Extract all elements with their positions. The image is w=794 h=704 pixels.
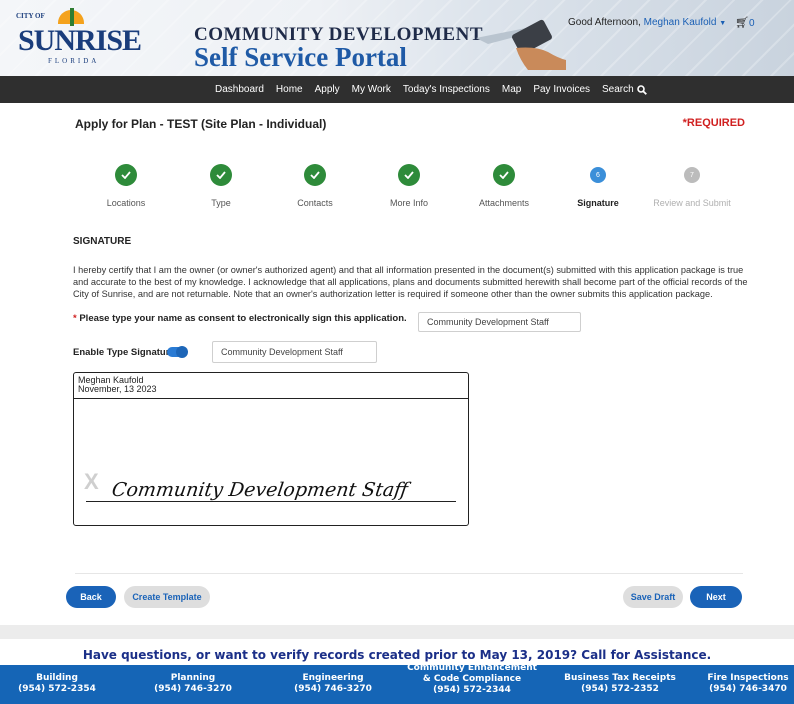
logo-city-of: CITY OF bbox=[16, 12, 45, 20]
consent-label-text: Please type your name as consent to elec… bbox=[79, 313, 407, 324]
create-template-button[interactable]: Create Template bbox=[124, 586, 210, 608]
hand-phone-image bbox=[476, 19, 566, 70]
user-menu[interactable]: Meghan Kaufold bbox=[644, 17, 717, 28]
section-title: SIGNATURE bbox=[73, 236, 132, 247]
contact-phone: (954) 746-3270 bbox=[294, 684, 372, 694]
signature-date: November, 13 2023 bbox=[78, 384, 157, 394]
wizard-steps: Locations Type Contacts More Info Attach… bbox=[80, 164, 740, 214]
step-label: Contacts bbox=[297, 198, 333, 208]
contact-dept: Planning bbox=[170, 673, 216, 683]
step-review-submit: 7 Review and Submit bbox=[647, 164, 737, 208]
next-button[interactable]: Next bbox=[690, 586, 742, 608]
check-icon bbox=[210, 164, 232, 186]
divider bbox=[75, 573, 743, 574]
contact-dept: Community Enhancement & Code Compliance bbox=[407, 663, 537, 684]
signature-line bbox=[86, 501, 456, 502]
contact-phone: (954) 746-3270 bbox=[154, 684, 232, 694]
step-number-badge: 7 bbox=[684, 167, 700, 183]
check-icon bbox=[493, 164, 515, 186]
step-number-badge: 6 bbox=[590, 167, 606, 183]
cart-count: 0 bbox=[748, 18, 755, 29]
main-nav: Dashboard Home Apply My Work Today's Ins… bbox=[0, 76, 794, 103]
logo-city-name: SUNRISE bbox=[18, 24, 142, 57]
caret-down-icon[interactable]: ▼ bbox=[719, 20, 726, 27]
portal-title-line2: Self Service Portal bbox=[194, 42, 407, 72]
search-icon bbox=[636, 84, 647, 95]
site-header: CITY OF SUNRISE FLORIDA COMMUNITY DEVELO… bbox=[0, 0, 794, 76]
step-label: Type bbox=[211, 198, 231, 208]
nav-home[interactable]: Home bbox=[276, 84, 303, 95]
contact-engineering[interactable]: Engineering (954) 746-3270 bbox=[280, 673, 386, 695]
greeting-text: Good Afternoon, bbox=[568, 17, 641, 28]
step-label: More Info bbox=[389, 198, 429, 208]
signature-pad-header: Meghan Kaufold November, 13 2023 bbox=[74, 373, 468, 399]
nav-dashboard[interactable]: Dashboard bbox=[215, 84, 264, 95]
user-greeting: Good Afternoon, Meghan Kaufold ▼ bbox=[568, 17, 726, 28]
cart-link[interactable]: 🛒︎0 bbox=[735, 16, 755, 29]
contact-phone: (954) 746-3470 bbox=[709, 684, 787, 694]
step-label: Attachments bbox=[478, 198, 530, 208]
nav-search[interactable]: Search bbox=[602, 84, 647, 95]
city-logo[interactable]: CITY OF SUNRISE FLORIDA bbox=[14, 8, 142, 68]
contact-bar: Building (954) 572-2354 Planning (954) 7… bbox=[0, 663, 794, 704]
logo-state: FLORIDA bbox=[48, 57, 100, 65]
consent-name-input[interactable] bbox=[418, 312, 581, 332]
step-attachments[interactable]: Attachments bbox=[459, 164, 549, 208]
nav-my-work[interactable]: My Work bbox=[352, 84, 391, 95]
contact-dept: Building bbox=[36, 673, 78, 683]
step-label: Signature bbox=[577, 198, 619, 208]
enable-type-signature-label: Enable Type Signature bbox=[73, 347, 175, 358]
contact-planning[interactable]: Planning (954) 746-3270 bbox=[140, 673, 246, 695]
check-icon bbox=[115, 164, 137, 186]
step-more-info[interactable]: More Info bbox=[364, 164, 454, 208]
step-contacts[interactable]: Contacts bbox=[270, 164, 360, 208]
nav-pay-invoices[interactable]: Pay Invoices bbox=[533, 84, 590, 95]
step-label: Locations bbox=[106, 198, 146, 208]
toggle-knob bbox=[176, 346, 188, 358]
enable-type-signature-toggle[interactable] bbox=[167, 346, 188, 358]
step-label: Review and Submit bbox=[653, 198, 731, 208]
check-icon bbox=[304, 164, 326, 186]
page-title: Apply for Plan - TEST (Site Plan - Indiv… bbox=[75, 117, 327, 131]
required-text: *REQUIRED bbox=[682, 117, 745, 129]
check-icon bbox=[398, 164, 420, 186]
consent-label: * Please type your name as consent to el… bbox=[73, 313, 407, 324]
contact-building[interactable]: Building (954) 572-2354 bbox=[4, 673, 110, 695]
certification-text: I hereby certify that I am the owner (or… bbox=[73, 265, 748, 299]
nav-search-label: Search bbox=[602, 84, 634, 95]
contact-dept: Business Tax Receipts bbox=[564, 673, 676, 683]
help-message: Have questions, or want to verify record… bbox=[82, 648, 712, 662]
contact-fire-inspections[interactable]: Fire Inspections (954) 746-3470 bbox=[702, 673, 794, 695]
contact-business-tax[interactable]: Business Tax Receipts (954) 572-2352 bbox=[555, 673, 685, 695]
nav-apply[interactable]: Apply bbox=[315, 84, 340, 95]
required-note: *REQUIRED bbox=[683, 117, 745, 129]
rendered-signature: Community Development Staff bbox=[110, 479, 410, 501]
contact-dept: Fire Inspections bbox=[707, 673, 789, 683]
cart-icon: 🛒︎ bbox=[735, 17, 749, 29]
required-star: * bbox=[73, 313, 77, 324]
contact-phone: (954) 572-2354 bbox=[18, 684, 96, 694]
contact-phone: (954) 572-2344 bbox=[433, 685, 511, 695]
save-draft-button[interactable]: Save Draft bbox=[623, 586, 683, 608]
nav-map[interactable]: Map bbox=[502, 84, 521, 95]
step-locations[interactable]: Locations bbox=[81, 164, 171, 208]
contact-phone: (954) 572-2352 bbox=[581, 684, 659, 694]
signature-x-mark: X bbox=[84, 469, 99, 494]
footer-separator bbox=[0, 625, 794, 639]
back-button[interactable]: Back bbox=[66, 586, 116, 608]
typed-signature-input[interactable] bbox=[212, 341, 377, 363]
contact-dept: Engineering bbox=[302, 673, 364, 683]
signature-pad[interactable]: Meghan Kaufold November, 13 2023 X Commu… bbox=[73, 372, 469, 526]
contact-code-compliance[interactable]: Community Enhancement & Code Compliance … bbox=[404, 663, 540, 696]
step-signature[interactable]: 6 Signature bbox=[553, 164, 643, 208]
step-type[interactable]: Type bbox=[176, 164, 266, 208]
nav-todays-inspections[interactable]: Today's Inspections bbox=[403, 84, 490, 95]
